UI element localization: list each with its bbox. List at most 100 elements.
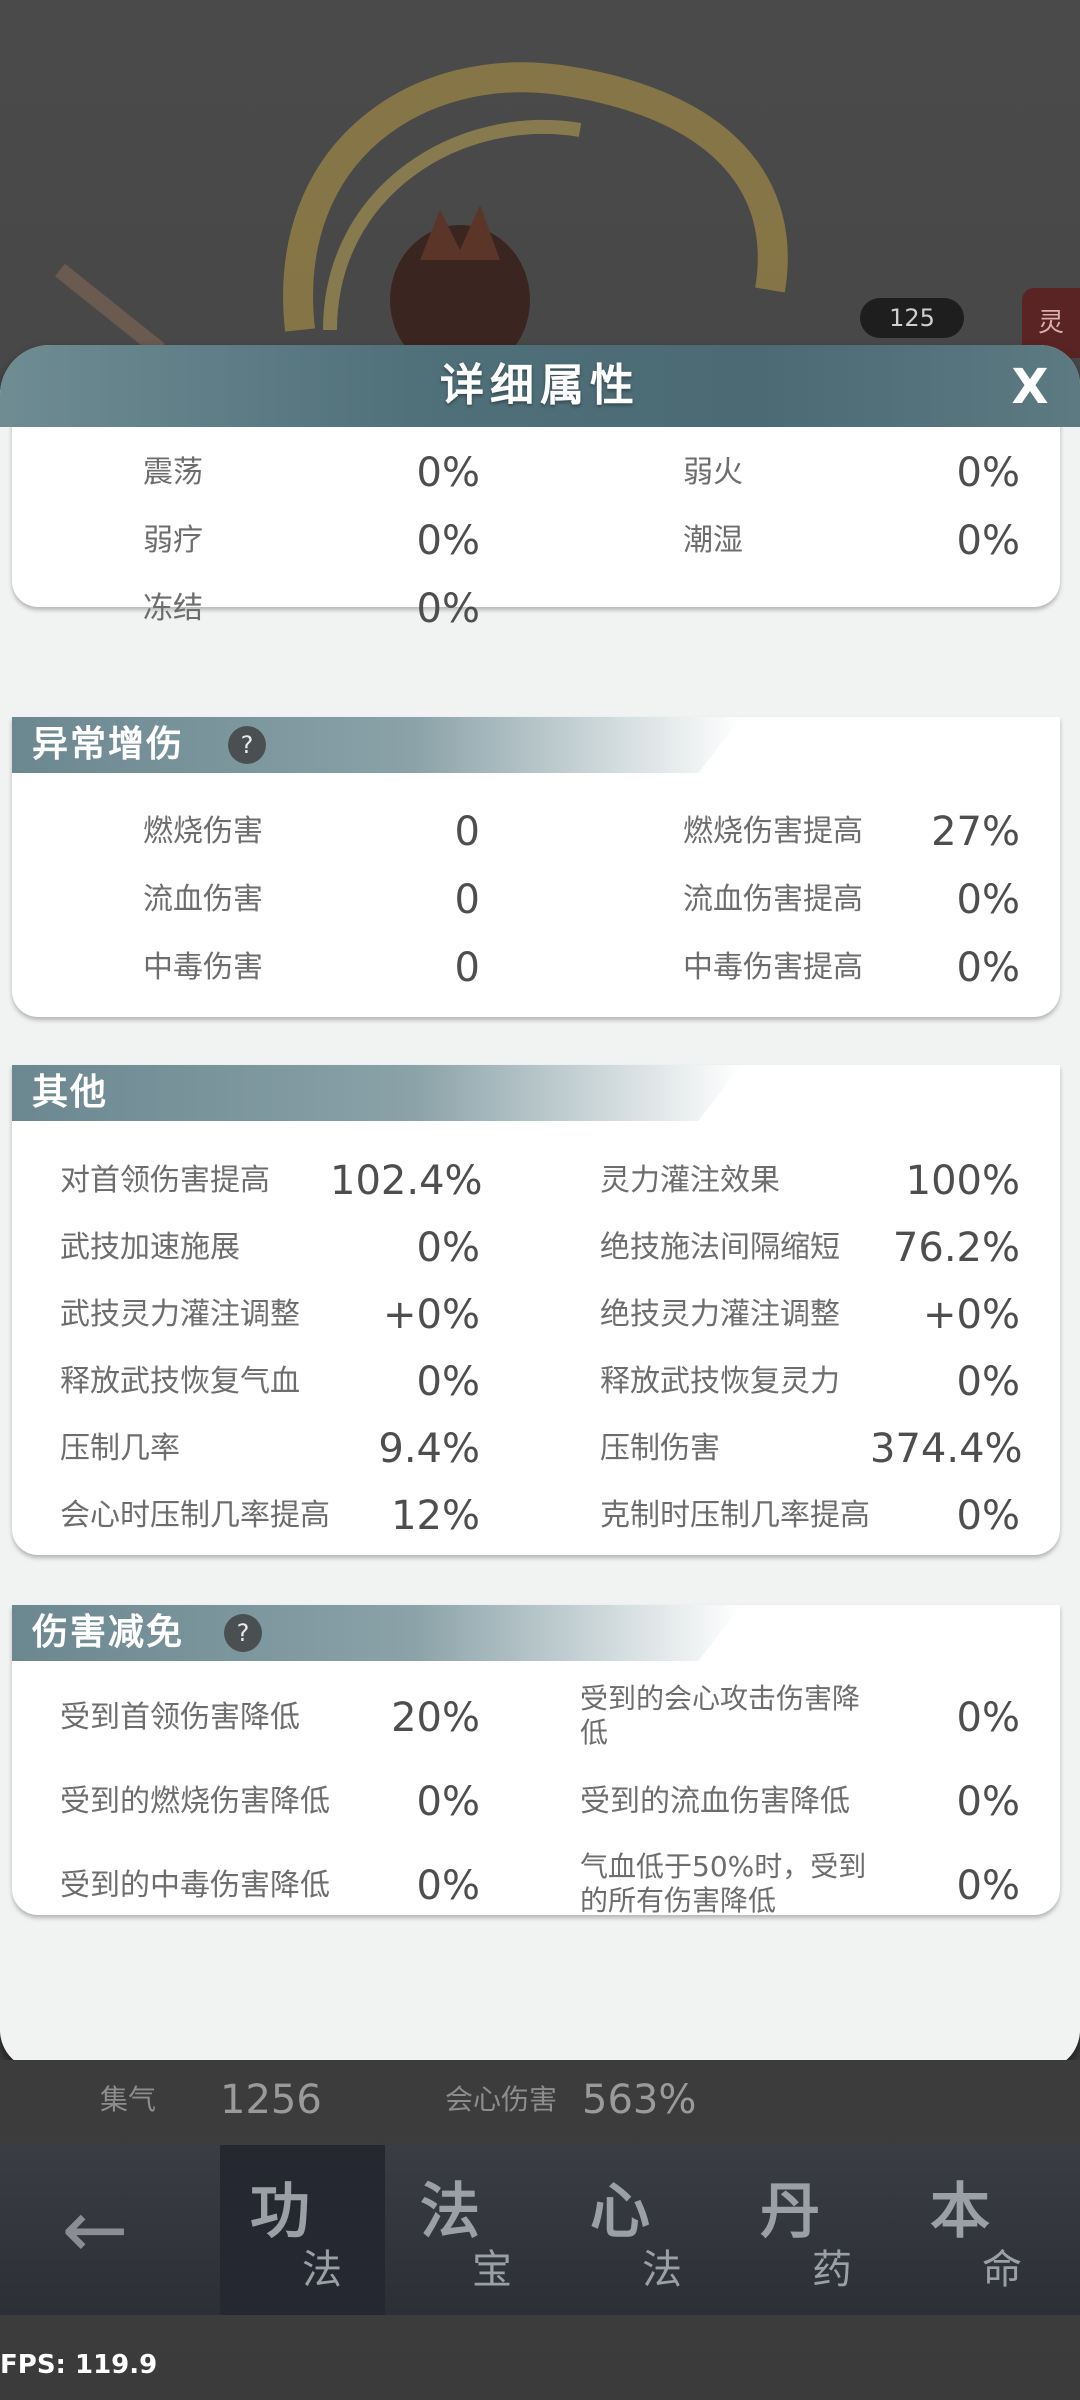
- attr-row: 受到的中毒伤害降低 0% 气血低于50%时，受到的所有伤害降低 0%: [0, 1850, 1080, 1917]
- crit-damage-value: 563%: [582, 2077, 697, 2123]
- attr-value: 0: [454, 945, 480, 991]
- attr-value: 27%: [931, 809, 1020, 855]
- help-icon[interactable]: ?: [228, 726, 266, 764]
- attr-value: 102.4%: [330, 1158, 483, 1204]
- attr-label: 释放武技恢复气血: [60, 1364, 300, 1399]
- tab-xinfa[interactable]: 心 法: [560, 2145, 725, 2315]
- attr-row: 武技灵力灌注调整 +0% 绝技灵力灌注调整 +0%: [0, 1285, 1080, 1345]
- section-header: [12, 1065, 742, 1121]
- tab-big-label: 法: [420, 2177, 480, 2247]
- attr-row: 压制几率 9.4% 压制伤害 374.4%: [0, 1419, 1080, 1479]
- attr-label: 燃烧伤害提高: [683, 814, 863, 849]
- attr-row: 受到的燃烧伤害降低 0% 受到的流血伤害降低 0%: [0, 1772, 1080, 1832]
- section-title: 异常增伤: [32, 724, 185, 765]
- level-badge: 125: [860, 298, 964, 338]
- crit-damage-label: 会心伤害: [445, 2083, 558, 2116]
- attr-value: 0%: [956, 1493, 1020, 1539]
- tab-small-label: 法: [302, 2247, 342, 2293]
- attr-value: 0%: [956, 1695, 1020, 1741]
- attr-label: 对首领伤害提高: [60, 1163, 270, 1198]
- attr-row: 武技加速施展 0% 绝技施法间隔缩短 76.2%: [0, 1218, 1080, 1278]
- gather-value: 1256: [220, 2077, 322, 2123]
- tab-danyao[interactable]: 丹 药: [730, 2145, 895, 2315]
- attr-label: 弱疗: [143, 523, 203, 558]
- attr-label: 压制几率: [60, 1431, 180, 1466]
- attr-value: 0%: [956, 945, 1020, 991]
- attr-label: 受到的中毒伤害降低: [60, 1868, 330, 1903]
- tab-benming[interactable]: 本 命: [900, 2145, 1065, 2315]
- stats-strip: 集气 1256 会心伤害 563%: [0, 2060, 1080, 2140]
- attr-label: 潮湿: [683, 523, 743, 558]
- attr-value: 0%: [416, 450, 480, 496]
- attr-value: 100%: [905, 1158, 1020, 1204]
- attr-value: +0%: [383, 1292, 480, 1338]
- attr-value: 0%: [956, 1863, 1020, 1909]
- attr-value: 374.4%: [870, 1426, 1023, 1472]
- attr-value: 0%: [956, 1359, 1020, 1405]
- close-button[interactable]: X: [1000, 359, 1060, 415]
- attribute-scroll-area[interactable]: ​ 震荡 0% 弱火 0% 弱疗 0% 潮湿 0% 冻结 0% 异常增伤 ? 燃…: [0, 427, 1080, 2047]
- section-title: 其他: [32, 1072, 109, 1113]
- attr-value: 0%: [416, 518, 480, 564]
- tab-big-label: 功: [250, 2177, 310, 2247]
- attr-label: 受到首领伤害降低: [60, 1700, 300, 1735]
- tab-small-label: 药: [812, 2247, 852, 2293]
- attr-value: 12%: [391, 1493, 480, 1539]
- help-icon[interactable]: ?: [224, 1614, 262, 1652]
- attr-value: 0: [454, 877, 480, 923]
- attr-label: 弱火: [683, 455, 743, 490]
- attr-value: 0%: [416, 1779, 480, 1825]
- attr-value: 0%: [416, 1863, 480, 1909]
- attr-value: 20%: [391, 1695, 480, 1741]
- attr-label: 武技加速施展: [60, 1230, 240, 1265]
- attr-value: 76.2%: [892, 1225, 1020, 1271]
- attr-label: 气血低于50%时，受到的所有伤害降低: [580, 1850, 867, 1917]
- attr-value: 0%: [956, 877, 1020, 923]
- tab-small-label: 法: [642, 2247, 682, 2293]
- attr-row: 对首领伤害提高 102.4% 灵力灌注效果 100%: [0, 1151, 1080, 1211]
- attr-label: 冻结: [143, 591, 203, 626]
- attr-row: 受到首领伤害降低 20% 受到的会心攻击伤害降低 0%: [0, 1682, 1080, 1749]
- attr-value: 0%: [956, 518, 1020, 564]
- attr-row: 会心时压制几率提高 12% 克制时压制几率提高 0%: [0, 1486, 1080, 1546]
- attr-value: 0%: [416, 1225, 480, 1271]
- dialog-title: 详细属性: [440, 360, 640, 411]
- attr-label: 受到的流血伤害降低: [580, 1784, 850, 1819]
- attr-row: 燃烧伤害 0 燃烧伤害提高 27%: [0, 802, 1080, 862]
- attr-row: 冻结 0%: [0, 579, 1080, 639]
- attr-value: 0%: [416, 586, 480, 632]
- attr-label: 灵力灌注效果: [600, 1163, 780, 1198]
- tab-big-label: 心: [590, 2177, 650, 2247]
- attr-label: 压制伤害: [600, 1431, 720, 1466]
- attr-value: 0%: [416, 1359, 480, 1405]
- attr-label: 绝技施法间隔缩短: [600, 1230, 840, 1265]
- tab-small-label: 宝: [472, 2247, 512, 2293]
- attr-value: +0%: [923, 1292, 1020, 1338]
- attr-label: 克制时压制几率提高: [600, 1498, 870, 1533]
- tab-big-label: 本: [930, 2177, 990, 2247]
- section-title: 伤害减免: [32, 1612, 185, 1653]
- attr-row: 弱疗 0% 潮湿 0%: [0, 511, 1080, 571]
- attr-label: 中毒伤害提高: [683, 950, 863, 985]
- attr-row: 释放武技恢复气血 0% 释放武技恢复灵力 0%: [0, 1352, 1080, 1412]
- arrow-left-icon[interactable]: ←: [40, 2190, 150, 2275]
- tab-fabao[interactable]: 法 宝: [390, 2145, 555, 2315]
- bottom-nav: ← 功 法 法 宝 心 法 丹 药 本 命: [0, 2145, 1080, 2315]
- attr-label: 流血伤害: [143, 882, 263, 917]
- attr-label: 流血伤害提高: [683, 882, 863, 917]
- tab-big-label: 丹: [760, 2177, 820, 2247]
- attr-value: 0%: [956, 1779, 1020, 1825]
- attr-value: 0%: [956, 450, 1020, 496]
- attribute-dialog: 详细属性 X ​ 震荡 0% 弱火 0% 弱疗 0% 潮湿 0% 冻结 0% 异…: [0, 345, 1080, 2070]
- attr-row: 震荡 0% 弱火 0%: [0, 443, 1080, 503]
- attr-label: 受到的燃烧伤害降低: [60, 1784, 330, 1819]
- attr-row: 流血伤害 0 流血伤害提高 0%: [0, 870, 1080, 930]
- attr-row: 中毒伤害 0 中毒伤害提高 0%: [0, 938, 1080, 998]
- attr-label: 释放武技恢复灵力: [600, 1364, 840, 1399]
- fps-counter: FPS: 119.9: [0, 2350, 158, 2380]
- gather-label: 集气: [100, 2083, 157, 2116]
- attr-label: 受到的会心攻击伤害降低: [580, 1682, 861, 1749]
- attr-label: 中毒伤害: [143, 950, 263, 985]
- tab-gongfa[interactable]: 功 法: [220, 2145, 385, 2315]
- attr-label: 会心时压制几率提高: [60, 1498, 330, 1533]
